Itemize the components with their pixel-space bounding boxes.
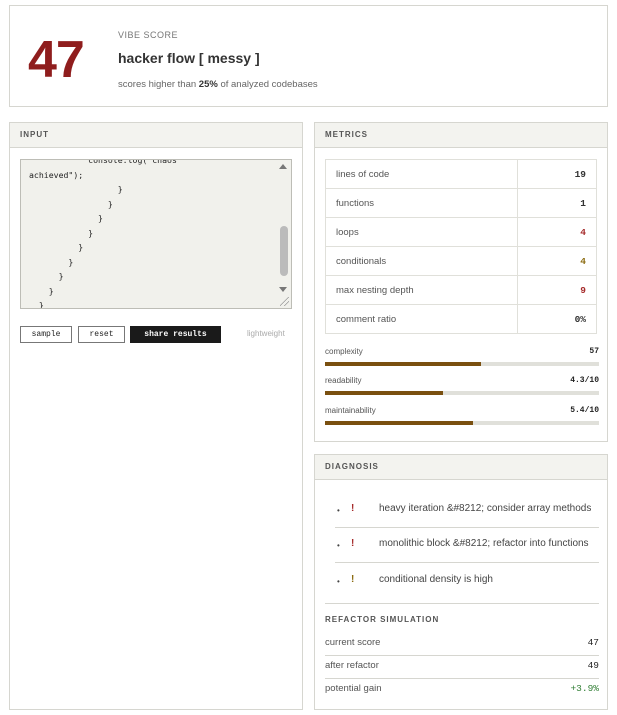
diagnosis-panel-heading: diagnosis (315, 455, 607, 480)
refactor-value: 49 (587, 660, 599, 671)
refactor-label: potential gain (325, 683, 382, 694)
vibe-score-label: vibe score (118, 30, 179, 40)
refactor-value: +3.9% (570, 683, 599, 694)
metric-label: functions (325, 188, 518, 218)
bar-fill (325, 362, 482, 366)
sample-button[interactable]: sample (20, 326, 72, 343)
metrics-panel: metrics lines of code 19 functions 1 loo… (314, 122, 608, 442)
refactor-simulation-heading: refactor simulation (325, 615, 440, 624)
input-panel-heading: input (10, 123, 302, 148)
metric-value: 9 (517, 275, 597, 305)
warning-icon: ! (351, 503, 355, 514)
code-input-text[interactable]: console.log("chaos achieved"); } } } } }… (29, 160, 177, 308)
bar-value: 4.3/10 (570, 376, 599, 385)
diagnosis-item: • ! monolithic block &#8212; refactor in… (335, 527, 599, 563)
metric-value: 4 (517, 217, 597, 247)
bullet-icon: • (337, 541, 340, 550)
bar-label: complexity (325, 347, 363, 356)
metric-label: conditionals (325, 246, 518, 276)
bar-value: 5.4/10 (570, 406, 599, 415)
diagnosis-text: heavy iteration &#8212; consider array m… (379, 503, 592, 514)
bar-fill (325, 421, 473, 425)
divider (325, 603, 599, 604)
refactor-row-potential-gain: potential gain +3.9% (325, 679, 599, 701)
diagnosis-item: • ! heavy iteration &#8212; consider arr… (335, 492, 599, 528)
bar-track (325, 362, 599, 366)
metric-row-conditionals: conditionals 4 (325, 246, 597, 276)
input-panel: input console.log("chaos achieved"); } }… (9, 122, 303, 710)
bar-label: readability (325, 376, 362, 385)
metric-label: max nesting depth (325, 275, 518, 305)
weight-label: lightweight (247, 329, 285, 338)
diagnosis-item: • ! conditional density is high (335, 563, 599, 598)
vibe-score-value: 47 (28, 31, 85, 89)
diagnosis-text: conditional density is high (379, 574, 493, 585)
bar-label: maintainability (325, 406, 376, 415)
metric-value: 1 (517, 188, 597, 218)
refactor-row-current-score: current score 47 (325, 633, 599, 656)
refactor-row-after-refactor: after refactor 49 (325, 656, 599, 679)
diagnosis-text: monolithic block &#8212; refactor into f… (379, 538, 589, 549)
vibe-score-subtitle: scores higher than 25% of analyzed codeb… (118, 79, 318, 90)
bar-value: 57 (589, 347, 599, 356)
metric-value: 4 (517, 246, 597, 276)
resize-grip-icon[interactable] (280, 297, 289, 306)
metric-value: 19 (517, 159, 597, 189)
subtitle-percent: 25% (198, 79, 218, 90)
code-input-textarea[interactable]: console.log("chaos achieved"); } } } } }… (20, 159, 292, 309)
subtitle-suffix: of analyzed codebases (217, 79, 318, 90)
reset-button[interactable]: reset (78, 326, 125, 343)
refactor-label: after refactor (325, 660, 379, 671)
bar-track (325, 391, 599, 395)
share-results-button[interactable]: share results (130, 326, 221, 343)
metric-value: 0% (517, 304, 597, 334)
bullet-icon: • (337, 506, 340, 515)
score-panel: 47 vibe score hacker flow [ messy ] scor… (9, 5, 608, 107)
metric-row-lines-of-code: lines of code 19 (325, 159, 597, 189)
metric-row-max-nesting-depth: max nesting depth 9 (325, 275, 597, 305)
refactor-value: 47 (587, 637, 599, 648)
scrollbar-thumb[interactable] (280, 226, 288, 276)
vibe-score-title: hacker flow [ messy ] (118, 50, 260, 66)
warning-icon: ! (351, 538, 355, 549)
scroll-down-arrow-icon[interactable] (279, 287, 287, 292)
bar-fill (325, 391, 443, 395)
metrics-table: lines of code 19 functions 1 loops 4 con… (325, 159, 597, 334)
refactor-label: current score (325, 637, 381, 648)
metric-label: loops (325, 217, 518, 247)
metrics-panel-heading: metrics (315, 123, 607, 148)
bar-track (325, 421, 599, 425)
subtitle-prefix: scores higher than (118, 79, 199, 90)
metric-row-loops: loops 4 (325, 217, 597, 247)
metric-row-comment-ratio: comment ratio 0% (325, 304, 597, 334)
bullet-icon: • (337, 577, 340, 586)
metric-row-functions: functions 1 (325, 188, 597, 218)
metric-label: lines of code (325, 159, 518, 189)
scroll-up-arrow-icon[interactable] (279, 164, 287, 169)
warning-icon: ! (351, 574, 355, 585)
metric-label: comment ratio (325, 304, 518, 334)
diagnosis-panel: diagnosis • ! heavy iteration &#8212; co… (314, 454, 608, 710)
